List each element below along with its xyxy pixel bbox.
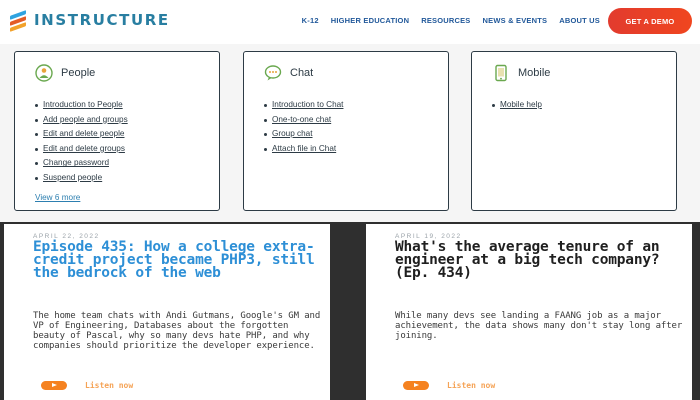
instructure-logo[interactable]: INSTRUCTURE — [10, 10, 170, 32]
help-card-people: People Introduction to People Add people… — [14, 51, 220, 211]
card-link-list: Mobile help — [492, 98, 542, 113]
site-header: INSTRUCTURE K-12 HIGHER EDUCATION RESOUR… — [0, 0, 700, 44]
podcast-section: APRIL 22, 2022 Episode 435: How a colleg… — [0, 222, 700, 400]
card-link[interactable]: Attach file in Chat — [263, 142, 343, 157]
nav-item-news-events[interactable]: NEWS & EVENTS — [483, 16, 548, 25]
podcast-title[interactable]: Episode 435: How a college extra-credit … — [33, 240, 323, 281]
help-card-mobile: Mobile Mobile help — [471, 51, 677, 211]
nav-item-higher-education[interactable]: HIGHER EDUCATION — [331, 16, 409, 25]
card-link[interactable]: Change password — [35, 156, 128, 171]
card-link-list: Introduction to Chat One-to-one chat Gro… — [263, 98, 343, 157]
help-topics-section: People Introduction to People Add people… — [0, 44, 700, 222]
play-icon — [403, 381, 429, 390]
mobile-phone-icon — [492, 64, 510, 82]
view-more-link[interactable]: View 6 more — [35, 193, 80, 202]
podcast-card[interactable]: APRIL 19, 2022 What's the average tenure… — [366, 224, 692, 400]
brand-name: INSTRUCTURE — [34, 11, 170, 29]
chat-bubble-icon — [264, 64, 282, 82]
podcast-title[interactable]: What's the average tenure of an engineer… — [395, 240, 685, 281]
podcast-description: The home team chats with Andi Gutmans, G… — [33, 311, 321, 351]
podcast-card[interactable]: APRIL 22, 2022 Episode 435: How a colleg… — [4, 224, 330, 400]
card-link[interactable]: Edit and delete people — [35, 127, 128, 142]
nav-item-k12[interactable]: K-12 — [302, 16, 319, 25]
listen-now-button[interactable]: Listen now — [403, 381, 495, 390]
listen-now-label: Listen now — [85, 381, 134, 390]
card-link[interactable]: Introduction to People — [35, 98, 128, 113]
card-link[interactable]: Add people and groups — [35, 113, 128, 128]
listen-now-label: Listen now — [447, 381, 496, 390]
help-card-chat: Chat Introduction to Chat One-to-one cha… — [243, 51, 449, 211]
card-link[interactable]: One-to-one chat — [263, 113, 343, 128]
nav-item-about-us[interactable]: ABOUT US — [559, 16, 600, 25]
card-link-list: Introduction to People Add people and gr… — [35, 98, 128, 186]
nav-item-resources[interactable]: RESOURCES — [421, 16, 470, 25]
card-title: People — [61, 67, 96, 79]
card-link[interactable]: Group chat — [263, 127, 343, 142]
card-title: Mobile — [518, 67, 551, 79]
person-icon — [35, 64, 53, 82]
card-link[interactable]: Introduction to Chat — [263, 98, 343, 113]
get-a-demo-button[interactable]: GET A DEMO — [608, 8, 692, 34]
instructure-logo-icon — [10, 10, 28, 32]
main-nav: K-12 HIGHER EDUCATION RESOURCES NEWS & E… — [302, 16, 600, 25]
card-title: Chat — [290, 67, 314, 79]
listen-now-button[interactable]: Listen now — [41, 381, 133, 390]
card-link[interactable]: Edit and delete groups — [35, 142, 128, 157]
play-icon — [41, 381, 67, 390]
podcast-description: While many devs see landing a FAANG job … — [395, 311, 683, 341]
card-link[interactable]: Mobile help — [492, 98, 542, 113]
card-link[interactable]: Suspend people — [35, 171, 128, 186]
